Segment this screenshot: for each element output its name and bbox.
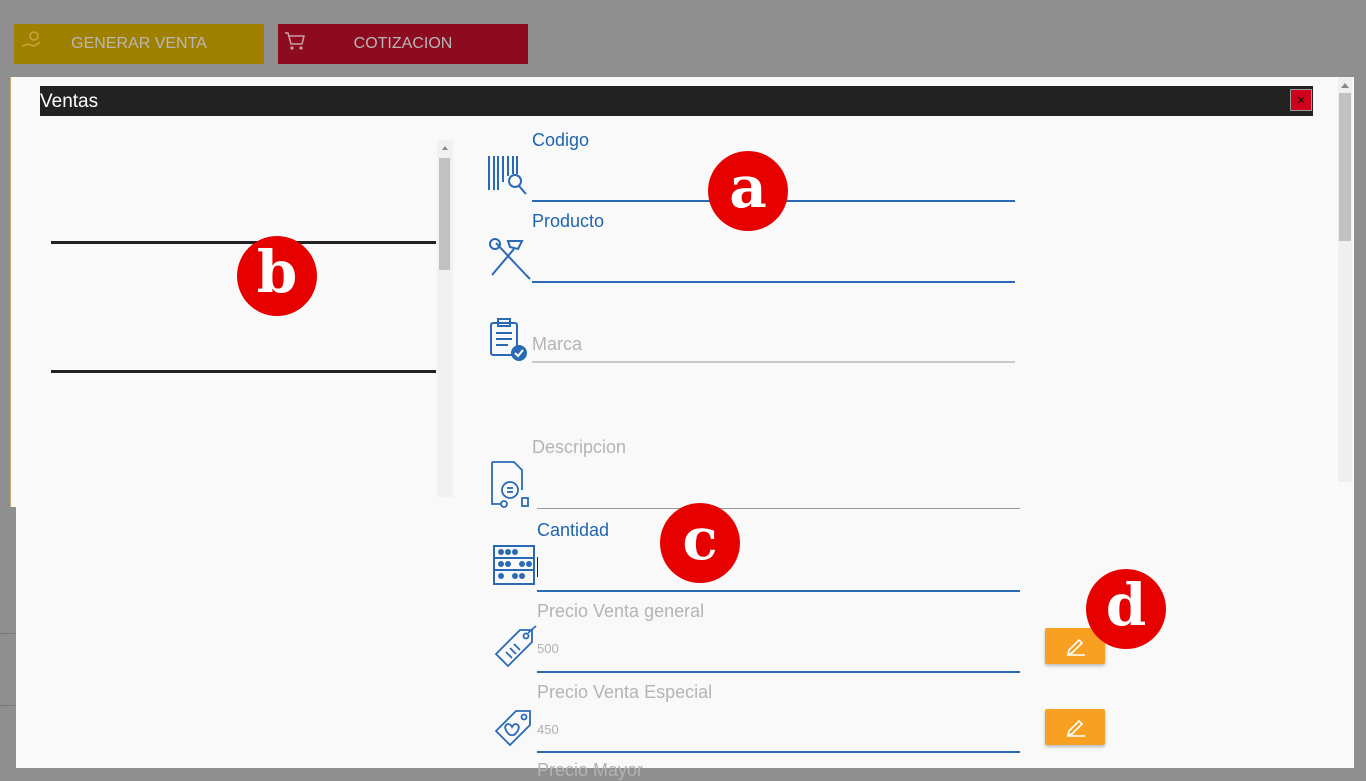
precio-general-value: 500 — [537, 641, 559, 656]
modal-titlebar: Ventas × — [40, 86, 1313, 116]
divider — [0, 705, 15, 706]
marca-input[interactable] — [532, 361, 1015, 363]
annotation-badge-b: b — [237, 236, 317, 316]
price-tag-icon — [494, 625, 537, 668]
tools-icon — [489, 238, 531, 280]
pencil-icon — [1066, 638, 1085, 656]
document-search-icon — [491, 461, 529, 508]
ventas-modal: Ventas × Codigo Producto Marca Descripci… — [16, 77, 1354, 780]
generar-venta-button[interactable]: GENERAR VENTA — [14, 24, 264, 64]
abacus-icon — [493, 545, 535, 585]
generar-venta-label: GENERAR VENTA — [71, 35, 207, 52]
scroll-up-arrow-icon[interactable] — [1341, 83, 1349, 88]
producto-input[interactable] — [532, 281, 1015, 283]
divider — [0, 633, 15, 634]
edit-precio-especial-button[interactable] — [1045, 709, 1105, 745]
scroll-up-arrow-icon[interactable] — [442, 146, 448, 150]
annotation-badge-c: c — [660, 503, 740, 583]
pencil-icon — [1066, 719, 1085, 737]
text-cursor — [537, 557, 538, 577]
close-button[interactable]: × — [1290, 89, 1312, 111]
divider-line — [51, 370, 436, 373]
cantidad-input[interactable] — [537, 590, 1020, 592]
barcode-search-icon — [488, 156, 527, 195]
descripcion-input[interactable] — [537, 508, 1020, 509]
scrollbar-thumb[interactable] — [439, 158, 450, 270]
modal-scrollbar[interactable] — [1338, 77, 1352, 482]
precio-general-label: Precio Venta general — [537, 601, 705, 621]
modal-title: Ventas — [40, 91, 99, 112]
annotation-badge-d: d — [1086, 569, 1166, 649]
precio-mayor-label: Precio Mayor — [537, 760, 644, 780]
descripcion-label: Descripcion — [532, 437, 627, 457]
cotizacion-label: COTIZACION — [353, 35, 453, 52]
cotizacion-button[interactable]: COTIZACION — [278, 24, 528, 64]
scrollbar-thumb[interactable] — [1339, 93, 1351, 241]
producto-label: Producto — [532, 211, 605, 231]
hand-money-icon — [21, 31, 41, 47]
precio-especial-label: Precio Venta Especial — [537, 682, 713, 702]
annotation-badge-a: a — [708, 151, 788, 231]
cantidad-label: Cantidad — [537, 520, 610, 540]
clipboard-check-icon — [490, 318, 527, 361]
precio-especial-value: 450 — [537, 722, 559, 737]
precio-especial-input[interactable] — [537, 751, 1020, 753]
divider-line — [51, 241, 436, 244]
marca-label: Marca — [532, 334, 583, 354]
left-panel-scrollbar[interactable] — [437, 140, 453, 497]
cart-icon — [285, 32, 305, 50]
codigo-label: Codigo — [532, 130, 590, 150]
precio-general-input[interactable] — [537, 671, 1020, 673]
tag-heart-icon — [494, 710, 531, 747]
